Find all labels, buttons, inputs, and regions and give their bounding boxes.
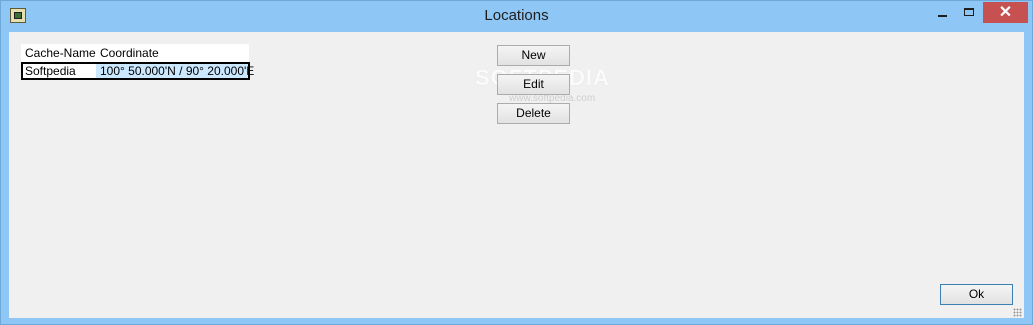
minimize-icon <box>938 15 947 17</box>
column-header-cache-name[interactable]: Cache-Name <box>25 46 96 60</box>
resize-grip-icon[interactable] <box>1013 308 1022 317</box>
window-title: Locations <box>484 7 549 24</box>
cell-coordinate[interactable]: 100° 50.000'N / 90° 20.000'E <box>96 64 254 78</box>
delete-button[interactable]: Delete <box>497 103 570 124</box>
maximize-icon <box>964 8 974 16</box>
minimize-button[interactable] <box>927 2 956 23</box>
column-header-coordinate[interactable]: Coordinate <box>100 46 159 60</box>
grid-header: Cache-Name Coordinate <box>21 44 249 62</box>
maximize-button[interactable] <box>956 2 983 23</box>
close-button[interactable]: ✕ <box>983 2 1028 23</box>
ok-button[interactable]: Ok <box>940 284 1013 305</box>
locations-window: Locations ✕ Cache-Name Coordinate Softpe… <box>0 0 1033 325</box>
title-bar[interactable]: Locations ✕ <box>1 1 1032 32</box>
locations-grid[interactable]: Cache-Name Coordinate Softpedia 100° 50.… <box>21 44 254 82</box>
client-area: Cache-Name Coordinate Softpedia 100° 50.… <box>9 32 1024 318</box>
cell-cache-name[interactable]: Softpedia <box>25 64 76 78</box>
edit-button[interactable]: Edit <box>497 74 570 95</box>
table-row[interactable]: Softpedia 100° 50.000'N / 90° 20.000'E <box>21 62 254 80</box>
new-button[interactable]: New <box>497 45 570 66</box>
